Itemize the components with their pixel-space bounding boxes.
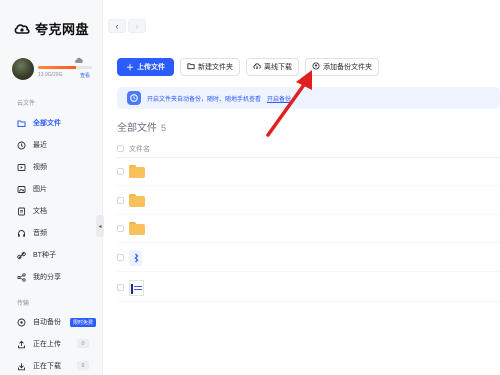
banner-text: 开启文件夹自动备份，随时、随地手机查看 xyxy=(147,96,262,103)
history-nav: ‹ › xyxy=(108,19,146,33)
headphones-icon xyxy=(17,229,26,238)
new-folder-button[interactable]: 新建文件夹 xyxy=(180,58,240,76)
back-button[interactable]: ‹ xyxy=(108,19,126,33)
add-backup-folder-label: 添加备份文件夹 xyxy=(323,64,372,71)
sidebar-item-label: 我的分享 xyxy=(33,274,61,281)
sidebar-item-label: 图片 xyxy=(33,186,47,193)
clock-icon xyxy=(17,141,26,150)
upload-label: 上传文件 xyxy=(137,64,165,71)
sidebar-item-images[interactable]: 图片 xyxy=(17,183,47,195)
cloud-download-icon xyxy=(253,62,261,72)
row-checkbox[interactable] xyxy=(117,254,124,261)
table-row[interactable] xyxy=(117,244,500,272)
free-badge: 限时免费 xyxy=(70,317,97,327)
page-title-text: 全部文件 xyxy=(117,123,157,134)
folder-icon xyxy=(129,165,145,178)
link-icon xyxy=(17,251,26,260)
sidebar-item-label: BT种子 xyxy=(33,252,56,259)
download-count: 0 xyxy=(77,361,89,370)
sidebar-item-bt[interactable]: BT种子 xyxy=(17,249,56,261)
folder-outline-icon xyxy=(17,119,26,128)
table-row[interactable] xyxy=(117,274,500,302)
offline-download-button[interactable]: 离线下载 xyxy=(246,58,299,76)
cloud-upload-icon xyxy=(312,62,320,72)
sidebar-item-label: 视频 xyxy=(33,164,47,171)
table-header: 文件名 xyxy=(117,140,500,158)
document-file-icon xyxy=(129,249,142,266)
enable-backup-link[interactable]: 开启备份 xyxy=(267,94,291,103)
folder-outline-icon xyxy=(187,62,195,72)
offline-download-label: 离线下载 xyxy=(264,64,292,71)
chevron-left-icon: ‹ xyxy=(115,21,119,31)
share-icon xyxy=(17,272,26,282)
column-header-filename[interactable]: 文件名 xyxy=(129,144,150,154)
section-label-cloud: 云文件 xyxy=(17,101,36,107)
sidebar-item-label: 最近 xyxy=(33,142,47,149)
upload-button[interactable]: ＋ 上传文件 xyxy=(117,58,174,76)
plus-icon: ＋ xyxy=(126,62,134,72)
forward-button[interactable]: › xyxy=(128,19,146,33)
sidebar-item-video[interactable]: 视频 xyxy=(17,161,47,173)
upload-count: 0 xyxy=(77,339,89,348)
app-logo[interactable]: 夸克网盘 xyxy=(14,19,89,38)
document-icon xyxy=(17,207,26,216)
backup-phone-icon xyxy=(127,91,141,105)
storage-bar xyxy=(38,66,92,69)
sidebar-item-recent[interactable]: 最近 xyxy=(17,139,47,151)
chevron-right-icon: › xyxy=(135,21,139,31)
sidebar-item-label: 全部文件 xyxy=(33,120,61,127)
sidebar-item-label: 自动备份 xyxy=(33,319,61,326)
row-checkbox[interactable] xyxy=(117,168,124,175)
video-icon xyxy=(17,163,26,172)
sidebar-item-downloading[interactable]: 正在下载 xyxy=(17,360,61,372)
image-file-icon xyxy=(129,279,144,296)
sidebar-item-label: 正在上传 xyxy=(33,341,61,348)
sidebar-item-label: 正在下载 xyxy=(33,363,61,370)
sidebar-item-documents[interactable]: 文档 xyxy=(17,205,47,217)
view-storage-link[interactable]: 查看 xyxy=(80,72,90,79)
row-checkbox[interactable] xyxy=(117,225,124,232)
add-backup-folder-button[interactable]: 添加备份文件夹 xyxy=(305,58,379,76)
sidebar-item-uploading[interactable]: 正在上传 xyxy=(17,338,61,350)
page-title: 全部文件 5 xyxy=(117,119,166,134)
new-folder-label: 新建文件夹 xyxy=(198,64,233,71)
download-icon xyxy=(17,362,26,371)
upload-icon xyxy=(17,340,26,349)
table-row[interactable] xyxy=(117,187,500,215)
sidebar-collapse-handle[interactable]: ◂ xyxy=(96,215,104,237)
chevron-left-icon: ◂ xyxy=(98,223,102,230)
section-label-transfer: 传输 xyxy=(17,301,30,307)
backup-banner: 开启文件夹自动备份，随时、随地手机查看 开启备份 xyxy=(117,87,500,109)
sidebar-item-auto-backup[interactable]: 自动备份 限时免费 xyxy=(17,316,97,328)
row-checkbox[interactable] xyxy=(117,197,124,204)
table-row[interactable] xyxy=(117,215,500,243)
sidebar: 夸克网盘 13.9G/20G 查看 云文件 全部文件 最近 视频 图片 文档 音… xyxy=(0,0,103,375)
row-checkbox[interactable] xyxy=(117,284,124,291)
sidebar-item-all-files[interactable]: 全部文件 xyxy=(17,117,61,129)
backup-icon xyxy=(17,318,26,327)
quark-logo-icon xyxy=(14,23,30,34)
cloud-icon[interactable] xyxy=(74,56,84,64)
folder-icon xyxy=(129,194,145,207)
table-row[interactable] xyxy=(117,158,500,186)
avatar[interactable] xyxy=(12,58,34,80)
sidebar-item-label: 音频 xyxy=(33,230,47,237)
sidebar-item-audio[interactable]: 音频 xyxy=(17,227,47,239)
storage-text: 13.9G/20G xyxy=(38,72,63,78)
folder-icon xyxy=(129,222,145,235)
file-count: 5 xyxy=(161,123,167,133)
app-title: 夸克网盘 xyxy=(35,22,90,37)
select-all-checkbox[interactable] xyxy=(117,145,124,152)
storage-fill xyxy=(38,66,76,69)
toolbar: ＋ 上传文件 新建文件夹 离线下载 添加备份文件夹 xyxy=(117,58,379,76)
sidebar-item-label: 文档 xyxy=(33,208,47,215)
sidebar-item-my-shares[interactable]: 我的分享 xyxy=(17,271,61,283)
image-icon xyxy=(17,185,26,194)
